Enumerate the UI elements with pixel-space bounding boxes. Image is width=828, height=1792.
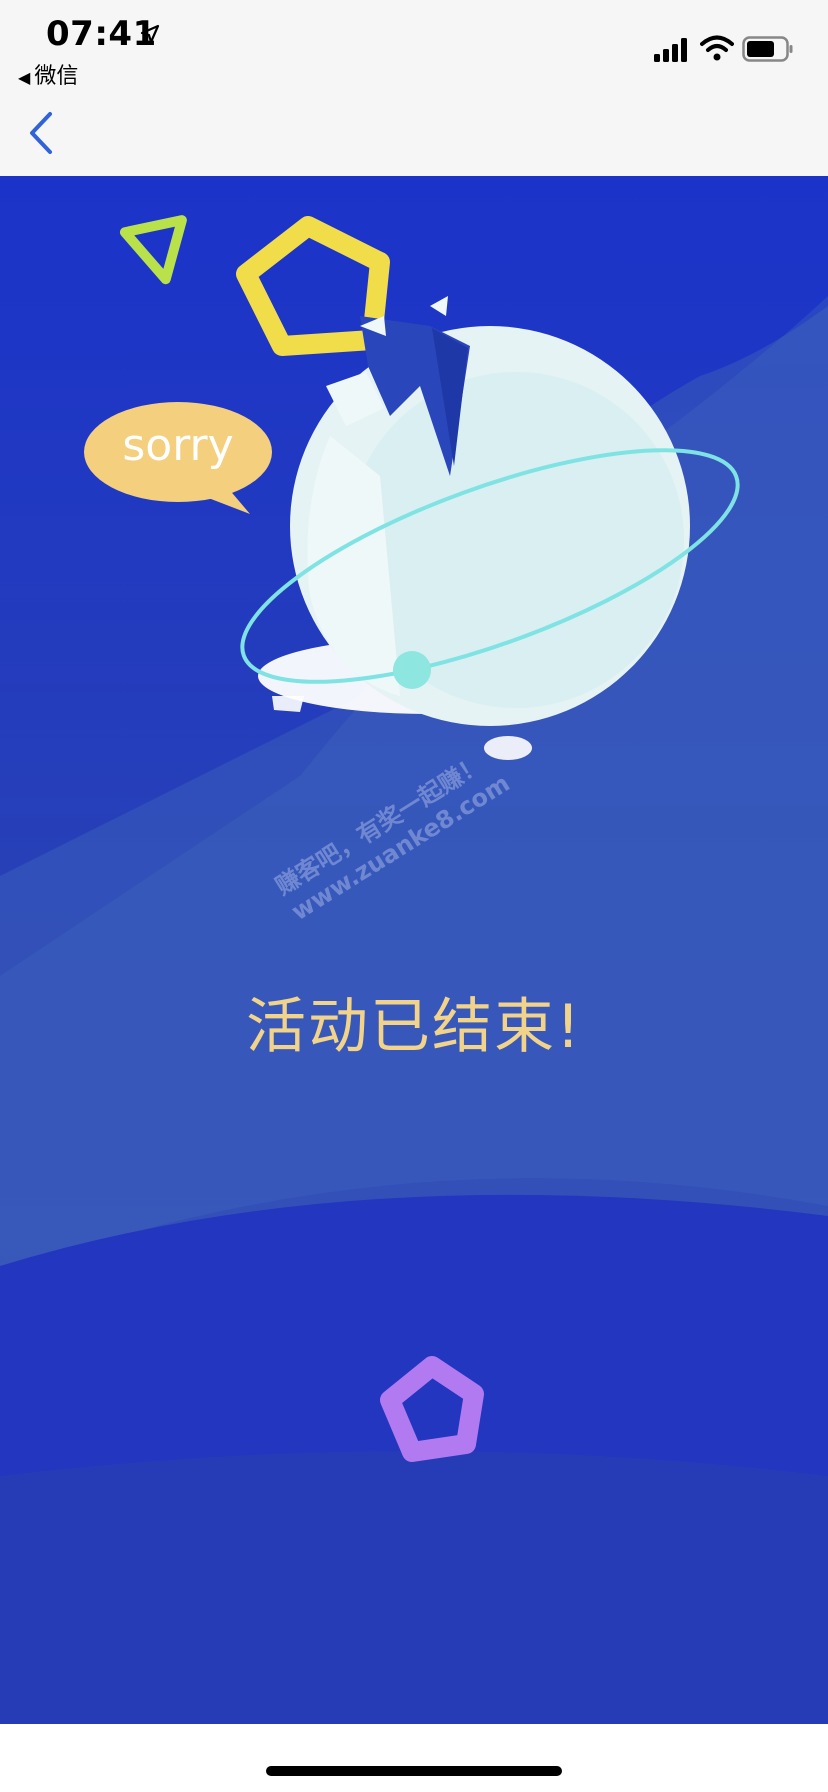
battery-icon xyxy=(742,36,793,62)
cellular-signal-icon xyxy=(654,38,687,62)
screen: 07:41 ◀ 微信 sorry 赚客吧，有奖一起赚！ www.zuanke8.… xyxy=(0,0,828,1792)
triangle-outline-shape xyxy=(119,215,187,285)
bottom-safe-area xyxy=(0,1724,828,1792)
sorry-bubble-text: sorry xyxy=(122,420,234,471)
back-to-wechat[interactable]: ◀ 微信 xyxy=(18,58,78,90)
chevron-left-icon[interactable] xyxy=(22,106,62,160)
activity-page: sorry 赚客吧，有奖一起赚！ www.zuanke8.com 活动已结束! xyxy=(0,176,828,1724)
nav-bar xyxy=(0,92,828,176)
activity-ended-message: 活动已结束! xyxy=(245,992,583,1062)
location-arrow-icon xyxy=(140,24,160,44)
background-illustration xyxy=(0,215,828,1724)
orbit-moon xyxy=(393,651,431,689)
wifi-icon xyxy=(700,35,734,61)
background-hill-shade xyxy=(0,1451,828,1724)
pentagon-outline-shape xyxy=(236,216,390,356)
back-triangle-icon: ◀ xyxy=(18,68,31,87)
home-indicator[interactable] xyxy=(266,1766,562,1776)
back-app-label: 微信 xyxy=(34,64,79,89)
status-bar: 07:41 ◀ 微信 xyxy=(0,0,828,92)
